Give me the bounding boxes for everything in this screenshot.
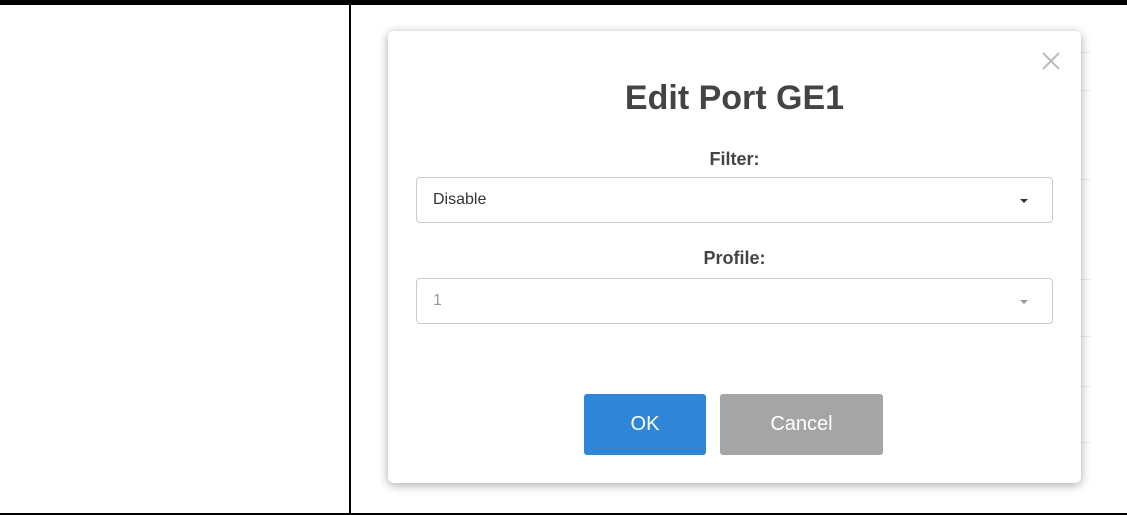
close-icon — [1037, 47, 1065, 75]
close-button[interactable] — [1037, 47, 1065, 75]
chevron-down-icon — [1020, 300, 1028, 304]
ok-button[interactable]: OK — [584, 394, 706, 455]
profile-label: Profile: — [703, 248, 766, 268]
edit-port-dialog: Edit Port GE1 Filter: Disable Profile: 1… — [388, 31, 1081, 483]
filter-select-value: Disable — [433, 191, 487, 208]
profile-select[interactable]: 1 — [416, 278, 1053, 324]
profile-select-value: 1 — [433, 292, 442, 309]
filter-select[interactable]: Disable — [416, 177, 1053, 223]
cancel-button[interactable]: Cancel — [720, 394, 883, 455]
dialog-title: Edit Port GE1 — [624, 79, 845, 117]
table-left-cell — [0, 5, 349, 513]
filter-label: Filter: — [709, 149, 760, 169]
chevron-down-icon — [1020, 199, 1028, 203]
